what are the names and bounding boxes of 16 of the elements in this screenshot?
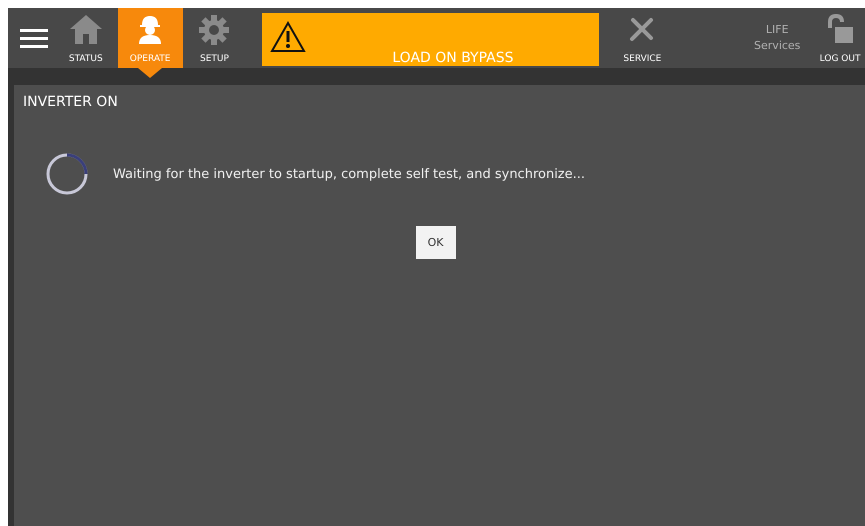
warning-icon xyxy=(270,20,306,52)
dialog-title: INVERTER ON xyxy=(23,94,119,110)
ok-button[interactable]: OK xyxy=(416,226,456,259)
dialog-message: Waiting for the inverter to startup, complete self test, and synchronize... xyxy=(113,166,586,182)
home-icon xyxy=(68,14,103,44)
life-label: LIFE xyxy=(766,22,789,38)
service-button[interactable]: SERVICE xyxy=(614,8,670,68)
nav-tab[interactable]: SETUP xyxy=(188,8,240,68)
menu-icon xyxy=(20,27,48,49)
nav-tab[interactable]: STATUS xyxy=(60,8,112,68)
padlock-icon xyxy=(825,14,856,44)
logout-button[interactable]: LOG OUT xyxy=(815,8,865,68)
banner-text: LOAD ON BYPASS xyxy=(391,50,514,66)
settings-icon xyxy=(198,14,230,46)
services-label: Services xyxy=(754,38,800,54)
loading-spinner-icon xyxy=(45,152,89,196)
